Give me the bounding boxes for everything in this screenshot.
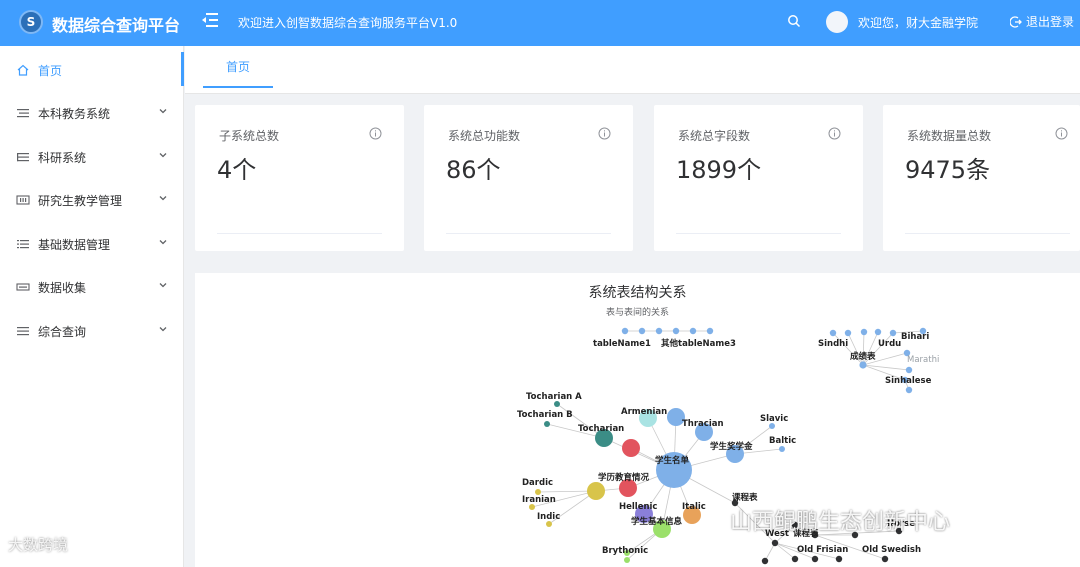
tab-bar: 首页: [185, 46, 1080, 94]
node-label: Urdu: [878, 339, 901, 349]
chevron-down-icon: [159, 109, 167, 114]
welcome-text: 欢迎进入创智数据综合查询服务平台V1.0: [238, 16, 458, 30]
node-label: Thracian: [682, 419, 724, 429]
sidebar-item-query[interactable]: 综合查询: [0, 309, 184, 353]
sidebar: 首页 本科教务系统 科研系统 研究生教学管理 基础数据管理 数据收集 综合查询: [0, 46, 184, 567]
graph-subtitle: 表与表间的关系: [605, 308, 669, 318]
sidebar-item-label: 数据收集: [38, 280, 87, 295]
list-icon: [17, 327, 29, 336]
sidebar-item-label: 综合查询: [38, 324, 87, 339]
logout-button[interactable]: 退出登录: [1010, 13, 1074, 30]
stat-card-records: 系统数据量总数 9475条: [883, 105, 1080, 251]
sidebar-item-label: 科研系统: [38, 150, 87, 165]
sidebar-item-undergrad[interactable]: 本科教务系统: [0, 91, 184, 135]
node-label: Sindhi: [818, 339, 848, 349]
node-label: 其他tableName3: [661, 338, 736, 349]
stat-card-fields: 系统总字段数 1899个: [654, 105, 863, 251]
node-label: Old Frisian: [797, 545, 848, 555]
sidebar-item-label: 本科教务系统: [38, 106, 111, 121]
card-divider: [217, 233, 382, 234]
node-label: Brythonic: [602, 546, 648, 556]
stat-card-subsystems: 子系统总数 4个: [195, 105, 404, 251]
node-label: tableName1: [593, 339, 651, 349]
barcode-icon: [16, 195, 30, 205]
search-icon[interactable]: [787, 14, 801, 28]
node-label: Bihari: [901, 332, 929, 342]
logout-label: 退出登录: [1026, 15, 1075, 29]
sidebar-item-basic-data[interactable]: 基础数据管理: [0, 222, 184, 266]
stat-label: 系统总字段数: [678, 129, 751, 143]
chevron-down-icon: [159, 327, 167, 332]
chevron-down-icon: [159, 240, 167, 245]
stat-label: 系统数据量总数: [907, 129, 992, 143]
home-icon: [17, 64, 29, 76]
box-icon: [16, 283, 30, 291]
list-icon: [17, 240, 29, 249]
node-label: 学生名单: [655, 455, 690, 466]
list-icon: [17, 153, 29, 162]
stat-value: 86个: [446, 156, 501, 184]
stat-value: 1899个: [676, 156, 762, 184]
chevron-down-icon: [159, 153, 167, 158]
tab-home[interactable]: 首页: [203, 46, 273, 88]
info-icon[interactable]: [1055, 127, 1068, 140]
node-label: Tocharian A: [526, 392, 582, 402]
watermark-left: 大数跨境: [8, 536, 69, 554]
node-label: Sinhalese: [885, 376, 932, 386]
node-label: Indic: [537, 512, 560, 522]
node-label: Slavic: [760, 414, 788, 424]
sidebar-item-label: 首页: [38, 63, 63, 78]
sidebar-item-home[interactable]: 首页: [0, 48, 184, 92]
node-label: Marathi: [907, 355, 939, 365]
logout-icon: [1010, 15, 1022, 28]
card-divider: [676, 233, 841, 234]
sidebar-active-indicator: [181, 52, 184, 86]
watermark-right: 山西鲲鹏生态创新中心: [730, 510, 951, 535]
stat-value: 9475条: [905, 156, 991, 184]
info-icon[interactable]: [598, 127, 611, 140]
chevron-down-icon: [159, 196, 167, 201]
user-avatar[interactable]: [826, 11, 848, 33]
info-icon[interactable]: [828, 127, 841, 140]
sidebar-item-graduate[interactable]: 研究生教学管理: [0, 178, 184, 222]
node-label: Tocharian: [578, 424, 624, 434]
card-divider: [905, 233, 1070, 234]
stat-label: 系统总功能数: [448, 129, 521, 143]
stat-value: 4个: [217, 156, 257, 184]
node-label: Old Swedish: [862, 545, 921, 555]
info-icon[interactable]: [369, 127, 382, 140]
node-label: Armenian: [621, 407, 667, 417]
card-divider: [446, 233, 611, 234]
chevron-down-icon: [159, 283, 167, 288]
app-logo: S: [19, 10, 43, 34]
node-label: Baltic: [769, 436, 796, 446]
user-greeting: 欢迎您，财大金融学院: [858, 16, 979, 30]
node-label: 成绩表: [850, 351, 876, 362]
node-label: 学生奖学金: [710, 441, 753, 452]
sidebar-item-data-collection[interactable]: 数据收集: [0, 265, 184, 309]
stat-card-functions: 系统总功能数 86个: [424, 105, 633, 251]
node-label: 课程表: [732, 492, 758, 503]
node-label: Iranian: [522, 495, 556, 505]
node-label: Dardic: [522, 478, 553, 488]
menu-collapse-icon[interactable]: [200, 10, 220, 30]
top-header: S 数据综合查询平台 欢迎进入创智数据综合查询服务平台V1.0 欢迎您，财大金融…: [0, 0, 1080, 46]
node-label: Tocharian B: [517, 410, 573, 420]
app-title: 数据综合查询平台: [52, 16, 181, 35]
sidebar-item-label: 研究生教学管理: [38, 193, 123, 208]
node-label: 学生基本信息: [631, 516, 683, 527]
graph-title: 系统表结构关系: [588, 285, 687, 301]
node-label: Italic: [682, 502, 706, 512]
list-icon: [17, 109, 29, 118]
sidebar-item-label: 基础数据管理: [38, 237, 111, 252]
sidebar-item-research[interactable]: 科研系统: [0, 135, 184, 179]
node-label: 学历教育情况: [598, 472, 650, 483]
stat-label: 子系统总数: [219, 129, 280, 143]
node-label: Hellenic: [619, 502, 657, 512]
